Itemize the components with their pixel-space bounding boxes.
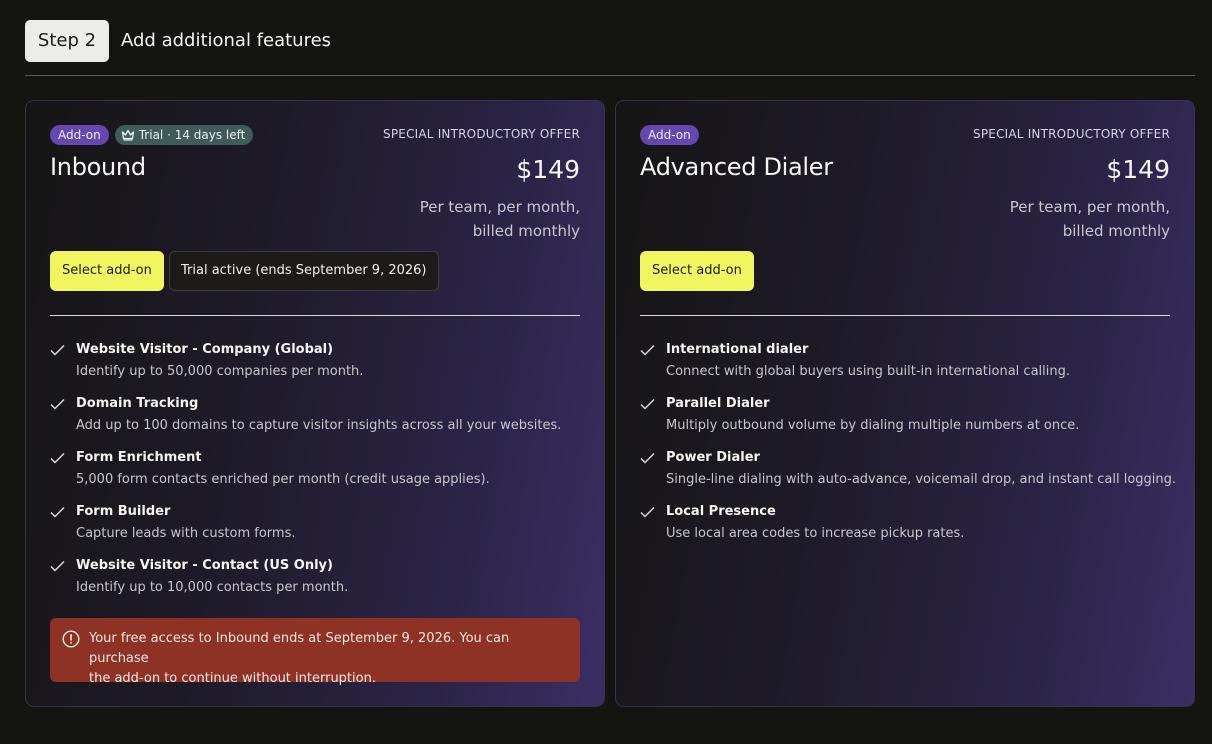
feature-title: Domain Tracking	[76, 396, 199, 411]
feature-list: International dialer Connect with global…	[640, 341, 1177, 557]
feature-item: Parallel Dialer Multiply outbound volume…	[640, 395, 1170, 449]
feature-item: Website Visitor - Contact (US Only) Iden…	[50, 557, 580, 611]
feature-item: Website Visitor - Company (Global) Ident…	[50, 341, 580, 395]
addon-card-inbound: Add-on Trial · 14 days left SPECIAL INTR…	[25, 100, 605, 707]
feature-item: Local Presence Use local area codes to i…	[640, 503, 1170, 557]
feature-description: Multiply outbound volume by dialing mult…	[666, 418, 1080, 433]
check-icon	[50, 452, 65, 464]
feature-description: Identify up to 50,000 companies per mont…	[76, 364, 364, 379]
trial-tag-label: Trial · 14 days left	[138, 128, 246, 142]
addon-card-advanced-dialer: Add-on SPECIAL INTRODUCTORY OFFER Advanc…	[615, 100, 1195, 707]
check-icon	[640, 452, 655, 464]
feature-title: Local Presence	[666, 504, 776, 519]
price-note: Per team, per month, billed monthly	[1010, 195, 1170, 243]
price-note-line: billed monthly	[1062, 222, 1170, 240]
offer-label: SPECIAL INTRODUCTORY OFFER	[383, 127, 580, 141]
check-icon	[50, 398, 65, 410]
price: $149	[516, 155, 580, 184]
trial-status-pill: Trial active (ends September 9, 2026)	[169, 251, 439, 291]
check-icon	[640, 506, 655, 518]
feature-description: Connect with global buyers using built-i…	[666, 364, 1070, 379]
check-icon	[50, 344, 65, 356]
feature-description: Add up to 100 domains to capture visitor…	[76, 418, 562, 433]
step-header: Step 2 Add additional features	[25, 20, 1195, 76]
feature-description: Single-line dialing with auto-advance, v…	[666, 472, 1177, 487]
notice-text-line: Your free access to Inbound ends at Sept…	[89, 631, 510, 666]
select-addon-button[interactable]: Select add-on	[640, 251, 754, 291]
price-note-line: Per team, per month,	[1009, 198, 1170, 216]
feature-item: Power Dialer Single-line dialing with au…	[640, 449, 1177, 503]
check-icon	[640, 398, 655, 410]
price-note-line: billed monthly	[472, 222, 580, 240]
check-icon	[640, 344, 655, 356]
card-tags: Add-on Trial · 14 days left	[50, 125, 254, 145]
feature-description: 5,000 form contacts enriched per month (…	[76, 472, 490, 487]
trial-ending-notice: Your free access to Inbound ends at Sept…	[50, 618, 580, 686]
feature-description: Capture leads with custom forms.	[76, 526, 296, 541]
trial-tag: Trial · 14 days left	[114, 125, 254, 145]
feature-title: Website Visitor - Company (Global)	[76, 342, 334, 357]
feature-title: Website Visitor - Contact (US Only)	[76, 558, 333, 573]
addon-tag: Add-on	[50, 125, 109, 145]
alert-circle-icon	[62, 630, 80, 648]
check-icon	[50, 560, 65, 572]
product-name: Inbound	[50, 153, 146, 181]
check-icon	[50, 506, 65, 518]
feature-title: Form Enrichment	[76, 450, 202, 465]
divider	[50, 315, 580, 316]
feature-item: Domain Tracking Add up to 100 domains to…	[50, 395, 580, 449]
notice-text-line: the add-on to continue without interrupt…	[89, 671, 376, 686]
feature-title: International dialer	[666, 342, 809, 357]
step-badge: Step 2	[25, 20, 109, 62]
select-addon-button[interactable]: Select add-on	[50, 251, 164, 291]
price: $149	[1106, 155, 1170, 184]
feature-list: Website Visitor - Company (Global) Ident…	[50, 341, 580, 611]
feature-item: International dialer Connect with global…	[640, 341, 1170, 395]
price-note: Per team, per month, billed monthly	[420, 195, 580, 243]
feature-title: Parallel Dialer	[666, 396, 770, 411]
offer-label: SPECIAL INTRODUCTORY OFFER	[973, 127, 1170, 141]
addon-tag: Add-on	[640, 125, 699, 145]
price-note-line: Per team, per month,	[419, 198, 580, 216]
crown-icon	[121, 129, 134, 141]
feature-title: Power Dialer	[666, 450, 760, 465]
card-tags: Add-on	[640, 125, 699, 145]
feature-title: Form Builder	[76, 504, 171, 519]
product-name: Advanced Dialer	[640, 153, 833, 181]
feature-item: Form Enrichment 5,000 form contacts enri…	[50, 449, 580, 503]
feature-description: Use local area codes to increase pickup …	[666, 526, 965, 541]
feature-description: Identify up to 10,000 contacts per month…	[76, 580, 349, 595]
divider	[640, 315, 1170, 316]
section-title: Add additional features	[121, 30, 332, 51]
feature-item: Form Builder Capture leads with custom f…	[50, 503, 580, 557]
